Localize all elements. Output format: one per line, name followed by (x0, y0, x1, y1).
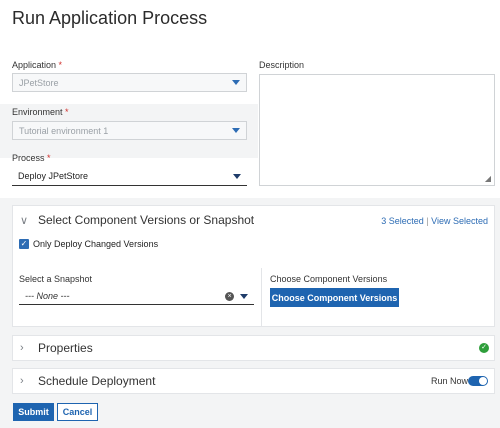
application-select[interactable]: JPetStore (12, 73, 247, 92)
chevron-right-icon: › (20, 342, 24, 354)
chevron-down-icon: ∨ (20, 214, 29, 227)
only-changed-label: Only Deploy Changed Versions (33, 239, 159, 249)
snapshot-select[interactable]: --- None --- × (19, 288, 254, 305)
selection-summary: 3 Selected | View Selected (381, 216, 488, 226)
process-value: Deploy JPetStore (18, 171, 89, 181)
snapshot-label: Select a Snapshot (19, 274, 93, 284)
component-section-title: Select Component Versions or Snapshot (38, 213, 255, 227)
only-changed-checkbox[interactable]: ✓ (19, 239, 29, 249)
chevron-down-icon (232, 80, 240, 85)
snapshot-value: --- None --- (25, 291, 70, 301)
component-section-header[interactable]: ∨ Select Component Versions or Snapshot (20, 212, 254, 228)
properties-header[interactable]: › Properties (20, 340, 93, 356)
column-divider (261, 268, 262, 326)
process-select[interactable]: Deploy JPetStore (12, 167, 247, 186)
selected-count: 3 Selected (381, 216, 424, 226)
run-now-label: Run Now (431, 376, 469, 386)
environment-select[interactable]: Tutorial environment 1 (12, 121, 247, 140)
cancel-button[interactable]: Cancel (57, 403, 98, 421)
run-now-toggle[interactable] (468, 376, 488, 386)
properties-title: Properties (38, 341, 93, 355)
application-value: JPetStore (19, 77, 59, 88)
resize-grip-icon[interactable]: ◢ (485, 174, 491, 183)
page-title: Run Application Process (12, 8, 208, 28)
application-label: Application * (12, 60, 63, 70)
description-label: Description (259, 60, 305, 70)
chevron-down-icon (232, 128, 240, 133)
environment-value: Tutorial environment 1 (19, 125, 109, 136)
description-textarea[interactable]: ◢ (259, 74, 495, 186)
check-circle-icon: ✓ (479, 343, 489, 353)
submit-button[interactable]: Submit (13, 403, 54, 421)
choose-component-versions-button[interactable]: Choose Component Versions (270, 288, 399, 307)
component-versions-label: Choose Component Versions (270, 274, 388, 284)
environment-label: Environment * (12, 107, 69, 117)
chevron-down-icon (233, 173, 241, 179)
chevron-down-icon (240, 293, 248, 299)
chevron-right-icon: › (20, 375, 24, 387)
clear-icon[interactable]: × (225, 291, 234, 301)
schedule-header[interactable]: › Schedule Deployment (20, 373, 155, 389)
schedule-title: Schedule Deployment (38, 374, 156, 388)
process-label: Process * (12, 153, 51, 163)
view-selected-link[interactable]: View Selected (431, 216, 488, 226)
only-changed-row[interactable]: ✓ Only Deploy Changed Versions (19, 239, 158, 249)
